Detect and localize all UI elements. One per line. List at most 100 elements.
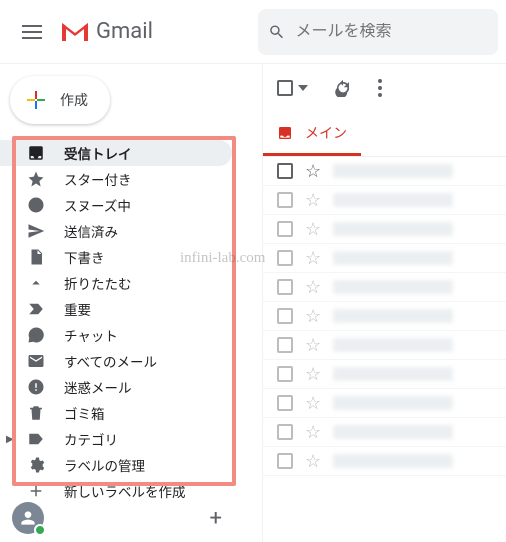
sidebar-item-label: ラベルの管理 (64, 455, 145, 475)
message-sender-redacted (333, 338, 453, 352)
message-checkbox[interactable] (277, 337, 293, 353)
star-icon[interactable]: ☆ (305, 306, 321, 327)
message-checkbox[interactable] (277, 192, 293, 208)
sidebar-item-label: スター付き (64, 169, 132, 189)
star-icon[interactable]: ☆ (305, 422, 321, 443)
sidebar-item-important[interactable]: 重要 (0, 296, 232, 322)
message-row[interactable]: ☆ (263, 360, 506, 389)
message-sender-redacted (333, 193, 453, 207)
label-expand-icon (26, 430, 46, 448)
gmail-logo: Gmail (60, 19, 153, 44)
user-avatar[interactable] (12, 502, 44, 534)
sidebar-item-spam[interactable]: 迷惑メール (0, 374, 232, 400)
compose-button[interactable]: 作成 (10, 76, 110, 124)
sidebar-nav: 受信トレイスター付きスヌーズ中送信済み下書き折りたたむ重要チャットすべてのメール… (0, 140, 232, 504)
compose-label: 作成 (60, 90, 88, 110)
message-checkbox[interactable] (277, 250, 293, 266)
message-row[interactable]: ☆ (263, 186, 506, 215)
star-icon[interactable]: ☆ (305, 219, 321, 240)
sidebar-item-star[interactable]: スター付き (0, 166, 232, 192)
message-sender-redacted (333, 396, 453, 410)
sidebar-item-label: すべてのメール (64, 351, 157, 371)
sidebar-item-label: 受信トレイ (64, 143, 132, 163)
tab-primary-label: メイン (305, 123, 347, 143)
main-menu-button[interactable] (8, 8, 56, 56)
gear-icon (26, 456, 46, 474)
star-icon[interactable]: ☆ (305, 451, 321, 472)
expand-caret-icon: ▶ (6, 434, 14, 445)
dropdown-caret-icon (298, 85, 308, 91)
collapse-icon (26, 274, 46, 292)
message-sender-redacted (333, 425, 453, 439)
message-row[interactable]: ☆ (263, 215, 506, 244)
star-icon[interactable]: ☆ (305, 190, 321, 211)
message-checkbox[interactable] (277, 308, 293, 324)
message-row[interactable]: ☆ (263, 157, 506, 186)
star-icon[interactable]: ☆ (305, 393, 321, 414)
more-icon[interactable] (378, 79, 382, 97)
message-checkbox[interactable] (277, 366, 293, 382)
message-checkbox[interactable] (277, 424, 293, 440)
message-row[interactable]: ☆ (263, 447, 506, 476)
message-checkbox[interactable] (277, 279, 293, 295)
gmail-m-icon (60, 21, 90, 43)
draft-icon (26, 248, 46, 266)
message-sender-redacted (333, 222, 453, 236)
sidebar-item-clock[interactable]: スヌーズ中 (0, 192, 232, 218)
inbox-icon (26, 144, 46, 162)
message-checkbox[interactable] (277, 395, 293, 411)
message-row[interactable]: ☆ (263, 389, 506, 418)
message-row[interactable]: ☆ (263, 273, 506, 302)
hangouts-add-button[interactable]: + (210, 506, 222, 531)
message-sender-redacted (333, 251, 453, 265)
app-name: Gmail (96, 19, 153, 44)
sidebar-item-chat[interactable]: チャット (0, 322, 232, 348)
sidebar-item-gear[interactable]: ラベルの管理 (0, 452, 232, 478)
trash-icon (26, 404, 46, 422)
star-icon[interactable]: ☆ (305, 364, 321, 385)
chat-icon (26, 326, 46, 344)
sidebar-item-trash[interactable]: ゴミ箱 (0, 400, 232, 426)
message-list: ☆ ☆ ☆ ☆ ☆ ☆ ☆ ☆ ☆ ☆ ☆ (263, 157, 506, 476)
star-icon[interactable]: ☆ (305, 335, 321, 356)
sidebar-item-label: 迷惑メール (64, 377, 132, 397)
star-icon[interactable]: ☆ (305, 248, 321, 269)
message-sender-redacted (333, 454, 453, 468)
search-input[interactable] (296, 23, 489, 41)
message-row[interactable]: ☆ (263, 331, 506, 360)
sidebar-item-allmail[interactable]: すべてのメール (0, 348, 232, 374)
inbox-tab-icon (277, 125, 293, 141)
message-checkbox[interactable] (277, 221, 293, 237)
mail-toolbar (263, 64, 506, 112)
star-icon (26, 170, 46, 188)
hamburger-icon (22, 25, 42, 39)
sidebar-item-label: ゴミ箱 (64, 403, 105, 423)
select-all-control[interactable] (277, 80, 308, 96)
star-icon[interactable]: ☆ (305, 161, 321, 182)
sidebar-item-label: 重要 (64, 299, 91, 319)
message-sender-redacted (333, 280, 453, 294)
sidebar-item-send[interactable]: 送信済み (0, 218, 232, 244)
sidebar-item-label: カテゴリ (64, 429, 118, 449)
message-checkbox[interactable] (277, 163, 293, 179)
sidebar-item-label: 新しいラベルを作成 (64, 481, 186, 501)
sidebar-item-plus[interactable]: 新しいラベルを作成 (0, 478, 232, 504)
plus-icon (26, 482, 46, 500)
tab-primary[interactable]: メイン (263, 112, 361, 156)
spam-icon (26, 378, 46, 396)
refresh-icon[interactable] (334, 79, 352, 97)
message-sender-redacted (333, 164, 453, 178)
sidebar-item-label-expand[interactable]: ▶ カテゴリ (0, 426, 232, 452)
select-all-checkbox[interactable] (277, 80, 293, 96)
message-sender-redacted (333, 367, 453, 381)
search-box[interactable] (258, 9, 498, 55)
sidebar-item-draft[interactable]: 下書き (0, 244, 232, 270)
message-row[interactable]: ☆ (263, 418, 506, 447)
message-row[interactable]: ☆ (263, 302, 506, 331)
sidebar-item-collapse[interactable]: 折りたたむ (0, 270, 232, 296)
message-checkbox[interactable] (277, 453, 293, 469)
sidebar-item-inbox[interactable]: 受信トレイ (0, 140, 232, 166)
star-icon[interactable]: ☆ (305, 277, 321, 298)
clock-icon (26, 196, 46, 214)
message-row[interactable]: ☆ (263, 244, 506, 273)
